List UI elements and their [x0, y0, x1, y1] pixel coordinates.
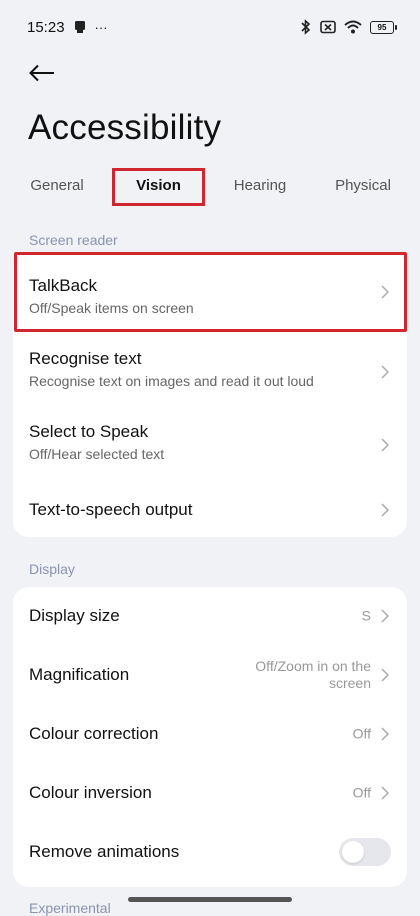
- tts-output-label: Text-to-speech output: [29, 500, 193, 519]
- page-title: Accessibility: [28, 108, 222, 147]
- no-sim-icon: [320, 20, 336, 34]
- status-left: 15:23 ···: [27, 19, 108, 36]
- chevron-right-icon: [381, 438, 389, 452]
- tts-output-item[interactable]: Text-to-speech output: [13, 482, 407, 537]
- colour-inversion-item[interactable]: Colour inversion Off: [13, 763, 407, 823]
- magnification-value-line2: screen: [328, 675, 371, 691]
- wifi-icon: [344, 20, 362, 34]
- colour-inversion-value: Off: [352, 784, 371, 801]
- section-label-screen-reader: Screen reader: [29, 232, 118, 248]
- recognise-text-item[interactable]: Recognise text Recognise text on images …: [13, 336, 407, 408]
- chevron-right-icon: [381, 365, 389, 379]
- colour-correction-label: Colour correction: [29, 724, 159, 743]
- remove-animations-label: Remove animations: [29, 842, 180, 861]
- display-size-value: S: [361, 607, 371, 624]
- section-label-display: Display: [29, 561, 75, 577]
- status-right: 95: [300, 19, 397, 35]
- chevron-right-icon: [381, 668, 389, 682]
- recognise-text-label: Recognise text: [29, 349, 142, 368]
- chevron-right-icon: [381, 609, 389, 623]
- remove-animations-toggle[interactable]: [339, 838, 391, 866]
- status-time: 15:23: [27, 18, 65, 36]
- tab-bar: General Vision Hearing Physical: [0, 168, 420, 206]
- magnification-value-line1: Off/Zoom in on the: [255, 658, 371, 674]
- colour-correction-item[interactable]: Colour correction Off: [13, 705, 407, 763]
- back-button[interactable]: [22, 58, 62, 88]
- notification-icon: [73, 20, 87, 34]
- colour-correction-value: Off: [352, 725, 371, 742]
- display-size-label: Display size: [29, 606, 120, 625]
- tab-general[interactable]: General: [22, 168, 92, 204]
- back-arrow-icon: [29, 64, 54, 82]
- battery-icon: 95: [370, 20, 397, 34]
- status-bar: 15:23 ··· 95: [0, 0, 420, 54]
- chevron-right-icon: [381, 727, 389, 741]
- colour-inversion-label: Colour inversion: [29, 783, 152, 802]
- status-more: ···: [94, 19, 108, 35]
- recognise-text-sub: Recognise text on images and read it out…: [29, 373, 314, 389]
- magnification-value: Off/Zoom in on the screen: [255, 658, 371, 692]
- magnification-label: Magnification: [29, 665, 130, 684]
- tab-hearing[interactable]: Hearing: [225, 168, 295, 204]
- section-label-experimental: Experimental: [29, 900, 111, 916]
- toggle-knob: [342, 841, 364, 863]
- select-to-speak-label: Select to Speak: [29, 422, 149, 441]
- display-size-item[interactable]: Display size S: [13, 587, 407, 645]
- home-indicator[interactable]: [128, 897, 292, 902]
- magnification-item[interactable]: Magnification Off/Zoom in on the screen: [13, 645, 407, 705]
- bluetooth-icon: [300, 19, 312, 35]
- battery-level: 95: [377, 22, 387, 32]
- remove-animations-item: Remove animations: [13, 823, 407, 881]
- tab-vision[interactable]: Vision: [112, 168, 205, 206]
- select-to-speak-sub: Off/Hear selected text: [29, 446, 165, 462]
- chevron-right-icon: [381, 786, 389, 800]
- select-to-speak-item[interactable]: Select to Speak Off/Hear selected text: [13, 408, 407, 482]
- talkback-highlight: [14, 252, 407, 332]
- tab-physical[interactable]: Physical: [328, 168, 398, 204]
- display-card: Display size S Magnification Off/Zoom in…: [13, 587, 407, 887]
- chevron-right-icon: [381, 502, 389, 517]
